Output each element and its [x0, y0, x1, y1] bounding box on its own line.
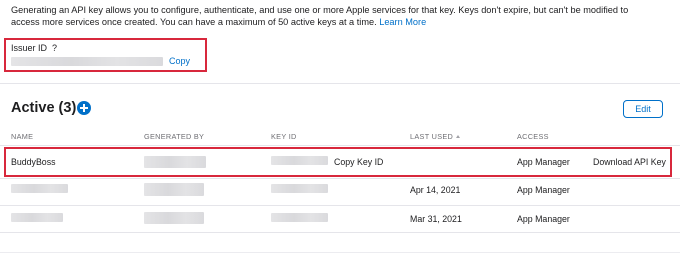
key-id-redacted — [271, 156, 328, 165]
column-header-key-id[interactable]: KEY ID — [271, 132, 297, 141]
learn-more-link[interactable]: Learn More — [379, 17, 426, 27]
key-id-redacted — [271, 213, 328, 222]
generated-by-redacted — [144, 183, 204, 196]
section-bottom-divider — [0, 252, 680, 253]
key-name: BuddyBoss — [11, 157, 56, 167]
key-name-redacted — [11, 213, 63, 222]
add-key-button[interactable] — [77, 101, 91, 115]
last-used-value: Apr 14, 2021 — [410, 185, 461, 195]
sort-ascending-icon — [456, 135, 461, 138]
column-header-name[interactable]: NAME — [11, 132, 33, 141]
copy-key-id-link[interactable]: Copy Key ID — [334, 157, 383, 167]
key-id-redacted — [271, 184, 328, 193]
edit-button[interactable]: Edit — [623, 100, 663, 118]
section-divider — [0, 83, 680, 84]
key-name-redacted — [11, 184, 68, 193]
download-api-key-link[interactable]: Download API Key — [593, 157, 666, 167]
row-divider — [0, 205, 680, 206]
table-header-divider — [0, 145, 680, 146]
issuer-id-label: Issuer ID? — [11, 43, 57, 53]
access-value: App Manager — [517, 185, 570, 195]
issuer-id-value-redacted — [11, 57, 163, 66]
column-header-generated-by[interactable]: GENERATED BY — [144, 132, 204, 141]
last-used-value: Mar 31, 2021 — [410, 214, 462, 224]
intro-paragraph: Generating an API key allows you to conf… — [11, 4, 651, 28]
copy-issuer-id-link[interactable]: Copy — [169, 56, 190, 66]
row-divider — [0, 178, 680, 179]
access-value: App Manager — [517, 157, 570, 167]
intro-text: Generating an API key allows you to conf… — [11, 5, 629, 27]
help-icon[interactable]: ? — [52, 43, 57, 53]
access-value: App Manager — [517, 214, 570, 224]
column-header-last-used-label: LAST USED — [410, 132, 454, 141]
column-header-last-used[interactable]: LAST USED — [410, 132, 461, 141]
column-header-access[interactable]: ACCESS — [517, 132, 549, 141]
generated-by-redacted — [144, 212, 204, 224]
row-divider — [0, 232, 680, 233]
issuer-id-label-text: Issuer ID — [11, 43, 48, 53]
generated-by-redacted — [144, 156, 206, 168]
active-keys-title: Active (3) — [11, 100, 77, 116]
